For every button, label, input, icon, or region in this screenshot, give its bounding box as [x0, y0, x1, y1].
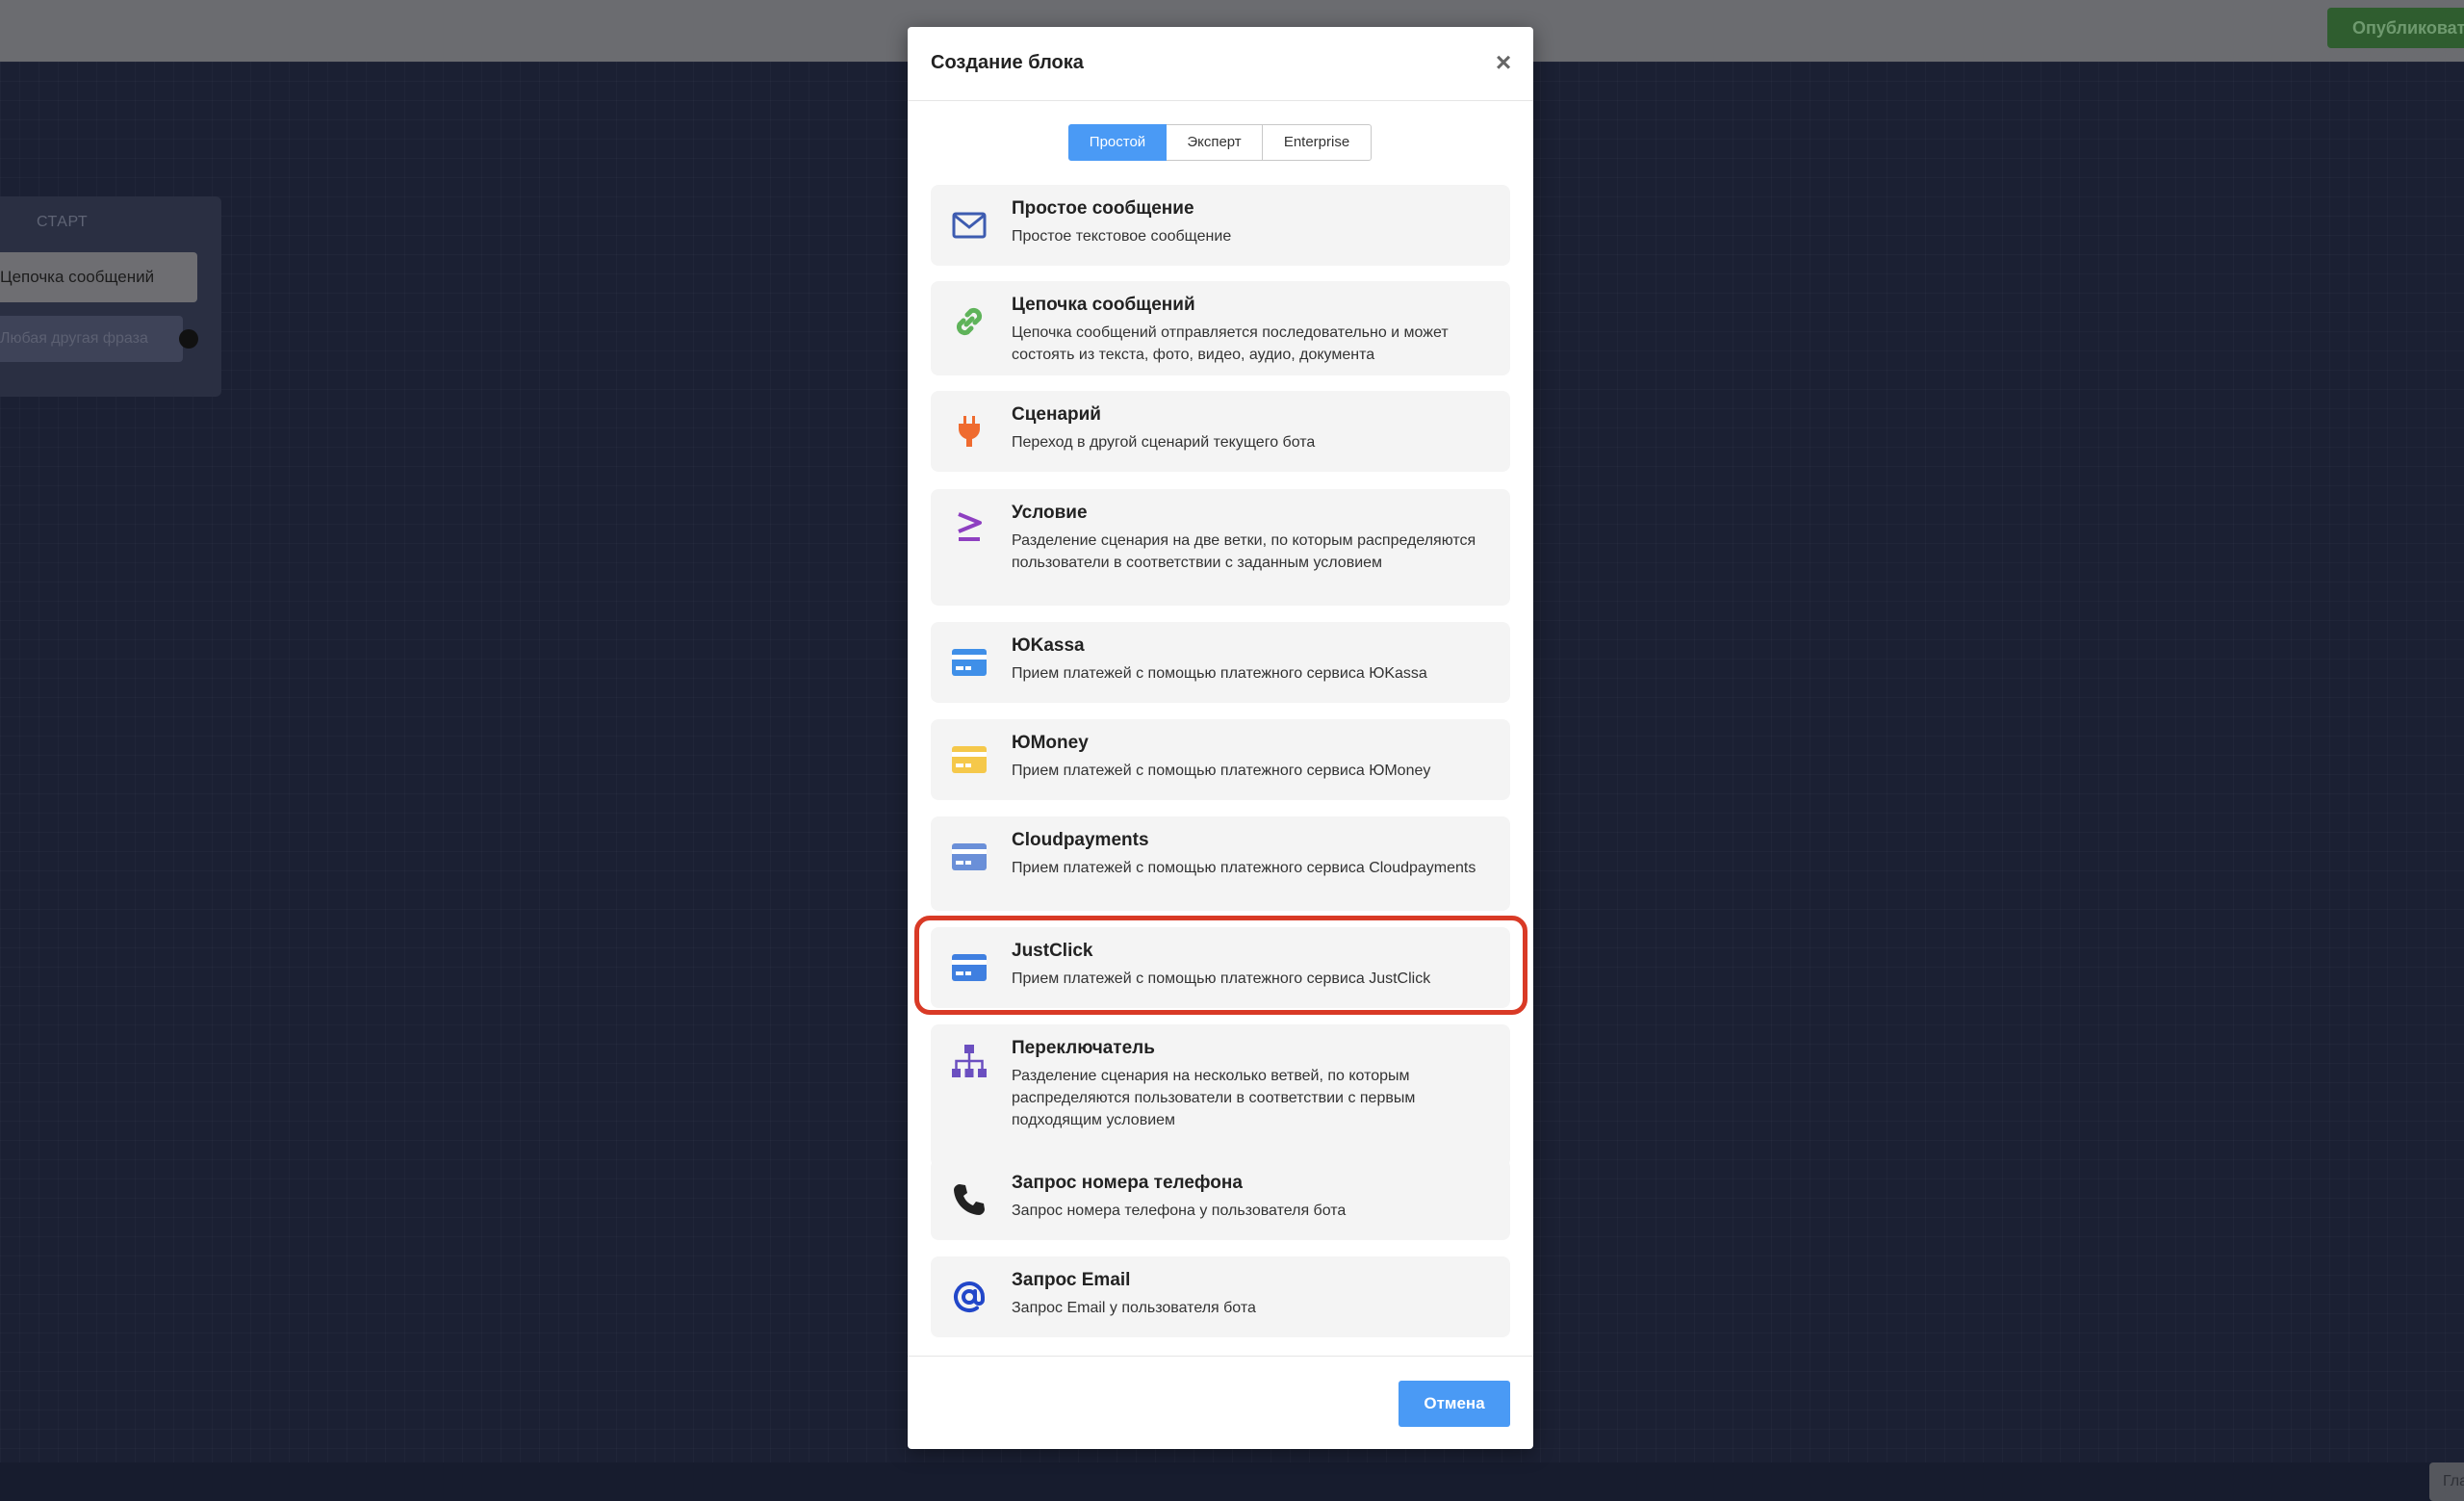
block-option-simple-message[interactable]: Простое сообщение Простое текстовое сооб… — [931, 185, 1510, 266]
block-option-desc: Цепочка сообщений отправляется последова… — [1012, 324, 1449, 363]
block-option-title: Запрос номера телефона — [1012, 1173, 1243, 1193]
modal-footer: Отмена — [908, 1356, 1533, 1450]
phone-icon — [950, 1180, 988, 1219]
block-option-desc: Запрос номера телефона у пользователя бо… — [1012, 1203, 1347, 1219]
tab-expert[interactable]: Эксперт — [1167, 124, 1263, 161]
block-option-desc: Разделение сценария на несколько ветвей,… — [1012, 1068, 1416, 1128]
block-option-title: Цепочка сообщений — [1012, 295, 1195, 315]
greater-equal-icon — [950, 508, 988, 547]
tab-enterprise[interactable]: Enterprise — [1263, 124, 1372, 161]
credit-card-icon — [950, 643, 988, 682]
envelope-icon — [950, 206, 988, 245]
block-option-title: Условие — [1012, 503, 1088, 523]
close-icon[interactable]: × — [1489, 48, 1518, 77]
credit-card-icon — [950, 740, 988, 779]
block-option-yookassa[interactable]: ЮKassa Прием платежей с помощью платежно… — [931, 622, 1510, 703]
block-option-message-chain[interactable]: Цепочка сообщений Цепочка сообщений отпр… — [931, 281, 1510, 375]
block-option-email-request[interactable]: Запрос Email Запрос Email у пользователя… — [931, 1256, 1510, 1337]
block-option-desc: Разделение сценария на две ветки, по кот… — [1012, 532, 1476, 571]
block-option-desc: Прием платежей с помощью платежного серв… — [1012, 665, 1427, 682]
block-option-title: Запрос Email — [1012, 1270, 1131, 1290]
block-option-title: Cloudpayments — [1012, 830, 1149, 850]
block-option-title: ЮKassa — [1012, 635, 1085, 656]
link-icon — [950, 302, 988, 341]
block-option-desc: Переход в другой сценарий текущего бота — [1012, 434, 1316, 451]
block-option-title: Переключатель — [1012, 1038, 1155, 1058]
block-option-title: Простое сообщение — [1012, 198, 1194, 219]
corner-button[interactable]: Гла — [2429, 1462, 2464, 1501]
block-option-cloudpayments[interactable]: Cloudpayments Прием платежей с помощью п… — [931, 816, 1510, 911]
block-option-desc: Прием платежей с помощью платежного серв… — [1012, 763, 1431, 779]
block-option-title: Сценарий — [1012, 404, 1101, 425]
block-option-desc: Запрос Email у пользователя бота — [1012, 1300, 1256, 1316]
highlight-annotation — [914, 916, 1527, 1015]
block-option-scenario[interactable]: Сценарий Переход в другой сценарий текущ… — [931, 391, 1510, 472]
block-option-title: ЮMoney — [1012, 733, 1089, 753]
block-option-desc: Простое текстовое сообщение — [1012, 228, 1232, 245]
modal-header: Создание блока × — [908, 27, 1533, 101]
block-option-phone-request[interactable]: Запрос номера телефона Запрос номера тел… — [931, 1159, 1510, 1240]
plug-icon — [950, 412, 988, 451]
block-option-desc: Прием платежей с помощью платежного серв… — [1012, 860, 1476, 876]
cancel-button[interactable]: Отмена — [1399, 1381, 1510, 1427]
create-block-modal: Создание блока × Простой Эксперт Enterpr… — [908, 27, 1533, 1449]
block-option-yoomoney[interactable]: ЮMoney Прием платежей с помощью платежно… — [931, 719, 1510, 800]
at-icon — [950, 1278, 988, 1316]
sitemap-icon — [950, 1042, 988, 1080]
block-option-condition[interactable]: Условие Разделение сценария на две ветки… — [931, 489, 1510, 606]
tab-simple[interactable]: Простой — [1068, 124, 1167, 161]
block-option-switch[interactable]: Переключатель Разделение сценария на нес… — [931, 1024, 1510, 1167]
block-type-tabs: Простой Эксперт Enterprise — [1068, 124, 1372, 161]
modal-title: Создание блока — [931, 52, 1084, 73]
credit-card-icon — [950, 838, 988, 876]
